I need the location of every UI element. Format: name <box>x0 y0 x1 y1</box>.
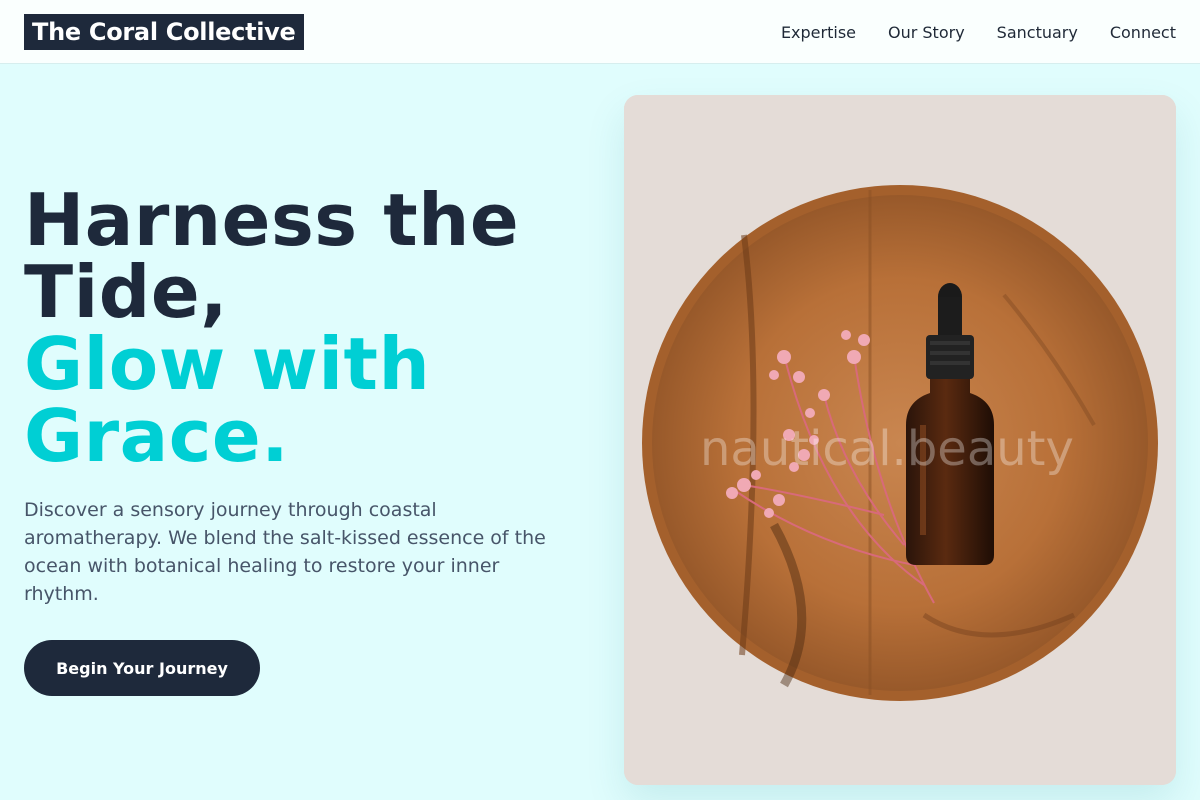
hero-title-line-3: Glow with <box>24 322 431 406</box>
nav-menu: Expertise Our Story Sanctuary Connect <box>781 0 1176 64</box>
hero-title-line-1: Harness the <box>24 178 520 262</box>
hero-product-image: nautical.beauty <box>624 95 1176 785</box>
begin-journey-button[interactable]: Begin Your Journey <box>24 640 260 696</box>
brand-logo[interactable]: The Coral Collective <box>24 14 304 50</box>
nav-link-connect[interactable]: Connect <box>1110 23 1176 42</box>
watermark-text: nautical.beauty <box>700 421 1074 477</box>
product-photo-illustration: nautical.beauty <box>624 95 1176 785</box>
hero-title-line-4: Grace. <box>24 394 290 478</box>
nav-link-our-story[interactable]: Our Story <box>888 23 965 42</box>
hero-title: Harness the Tide, Glow with Grace. <box>24 184 584 472</box>
nav-link-expertise[interactable]: Expertise <box>781 23 856 42</box>
hero-title-line-2: Tide, <box>24 250 229 334</box>
nav-link-sanctuary[interactable]: Sanctuary <box>997 23 1078 42</box>
hero-description: Discover a sensory journey through coast… <box>24 499 546 605</box>
top-navbar: The Coral Collective Expertise Our Story… <box>0 0 1200 64</box>
